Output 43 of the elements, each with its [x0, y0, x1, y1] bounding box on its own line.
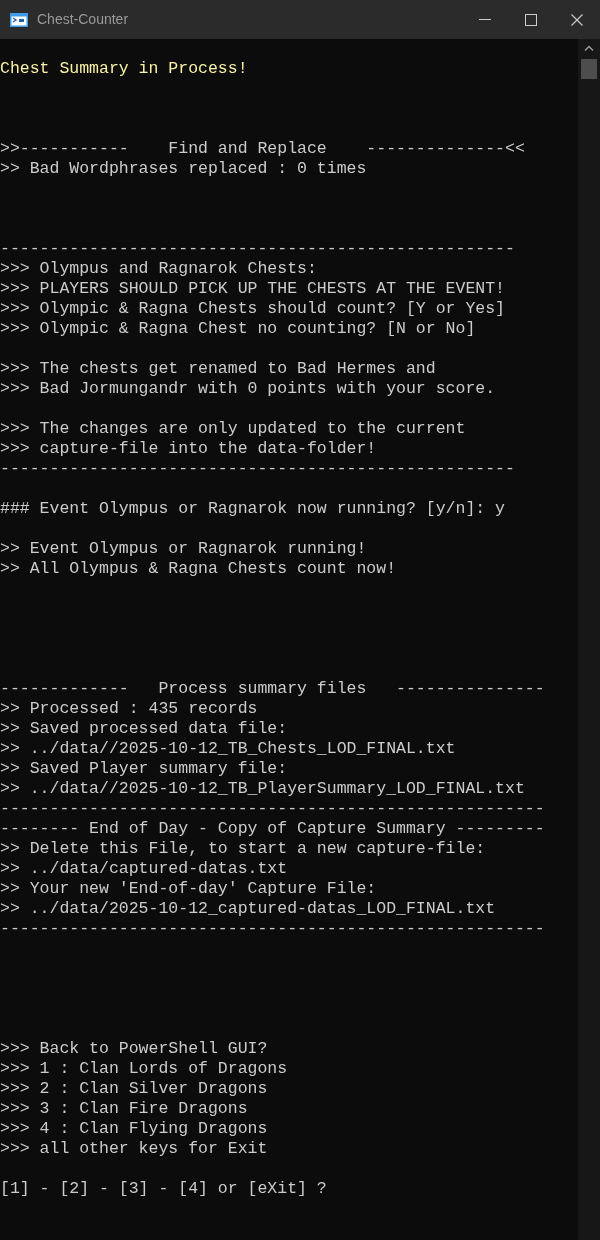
- console-line: ------------- Process summary files ---------------: [0, 679, 545, 699]
- minimize-icon: [479, 18, 491, 21]
- console-line: >>> all other keys for Exit: [0, 1139, 268, 1159]
- scrollbar-thumb: [581, 59, 597, 79]
- console-line: >>> 1 : Clan Lords of Dragons: [0, 1059, 288, 1079]
- console-line: >>> PLAYERS SHOULD PICK UP THE CHESTS AT THE EVENT!: [0, 279, 505, 299]
- console-line: >>> The changes are only updated to the current: [0, 419, 466, 439]
- console-line: >> ../data//2025-10-12_TB_Chests_LOD_FINAL.txt: [0, 739, 456, 759]
- console-line: >>----------- Find and Replace --------------<<: [0, 139, 525, 159]
- console-line: >> Processed : 435 records: [0, 699, 258, 719]
- console-line: >> Your new 'End-of-day' Capture File:: [0, 879, 377, 899]
- console-line: >> Event Olympus or Ragnarok running!: [0, 539, 367, 559]
- console-line: >> ../data/2025-10-12_captured-datas_LOD_FINAL.txt: [0, 899, 496, 919]
- console-line: >>> 4 : Clan Flying Dragons: [0, 1119, 268, 1139]
- console-line: Chest Summary in Process!: [0, 59, 248, 79]
- console-line: >> All Olympus & Ragna Chests count now!: [0, 559, 397, 579]
- console-line: >>> Olympus and Ragnarok Chests:: [0, 259, 317, 279]
- console-line: >> ../data/captured-datas.txt: [0, 859, 288, 879]
- console-line: ----------------------------------------------------: [0, 459, 515, 479]
- scroll-up-icon: [584, 45, 594, 51]
- console-line: -------------------------------------------------------: [0, 919, 545, 939]
- console-line: >>> capture-file into the data-folder!: [0, 439, 377, 459]
- maximize-icon: [525, 13, 537, 26]
- console-line: [1] - [2] - [3] - [4] or [eXit] ?: [0, 1179, 327, 1199]
- console-line: >> Delete this File, to start a new capture-file:: [0, 839, 486, 859]
- console-line: >>> 3 : Clan Fire Dragons: [0, 1099, 248, 1119]
- console-line: >> Saved processed data file:: [0, 719, 288, 739]
- console-line: >> Bad Wordphrases replaced : 0 times: [0, 159, 367, 179]
- console-line: >>> Bad Jormungandr with 0 points with your score.: [0, 379, 496, 399]
- console-line: >>> The chests get renamed to Bad Hermes and: [0, 359, 436, 379]
- console-line: ----------------------------------------------------: [0, 239, 515, 259]
- window-title: Chest-Counter: [37, 10, 129, 29]
- console-line: -------------------------------------------------------: [0, 799, 545, 819]
- console-line: >>> Back to PowerShell GUI?: [0, 1039, 268, 1059]
- console-line: -------- End of Day - Copy of Capture Summary ---------: [0, 819, 545, 839]
- console-line: >>> Olympic & Ragna Chests should count? [Y or Yes]: [0, 299, 505, 319]
- console-line: >>> Olympic & Ragna Chest no counting? [N or No]: [0, 319, 476, 339]
- console-line: >>> 2 : Clan Silver Dragons: [0, 1079, 268, 1099]
- console-line: >> Saved Player summary file:: [0, 759, 288, 779]
- console-app-icon: [10, 12, 28, 27]
- console-line: >> ../data//2025-10-12_TB_PlayerSummary_LOD_FINAL.txt: [0, 779, 525, 799]
- close-icon: [571, 13, 583, 26]
- console-line: ### Event Olympus or Ragnarok now running? [y/n]: y: [0, 499, 505, 519]
